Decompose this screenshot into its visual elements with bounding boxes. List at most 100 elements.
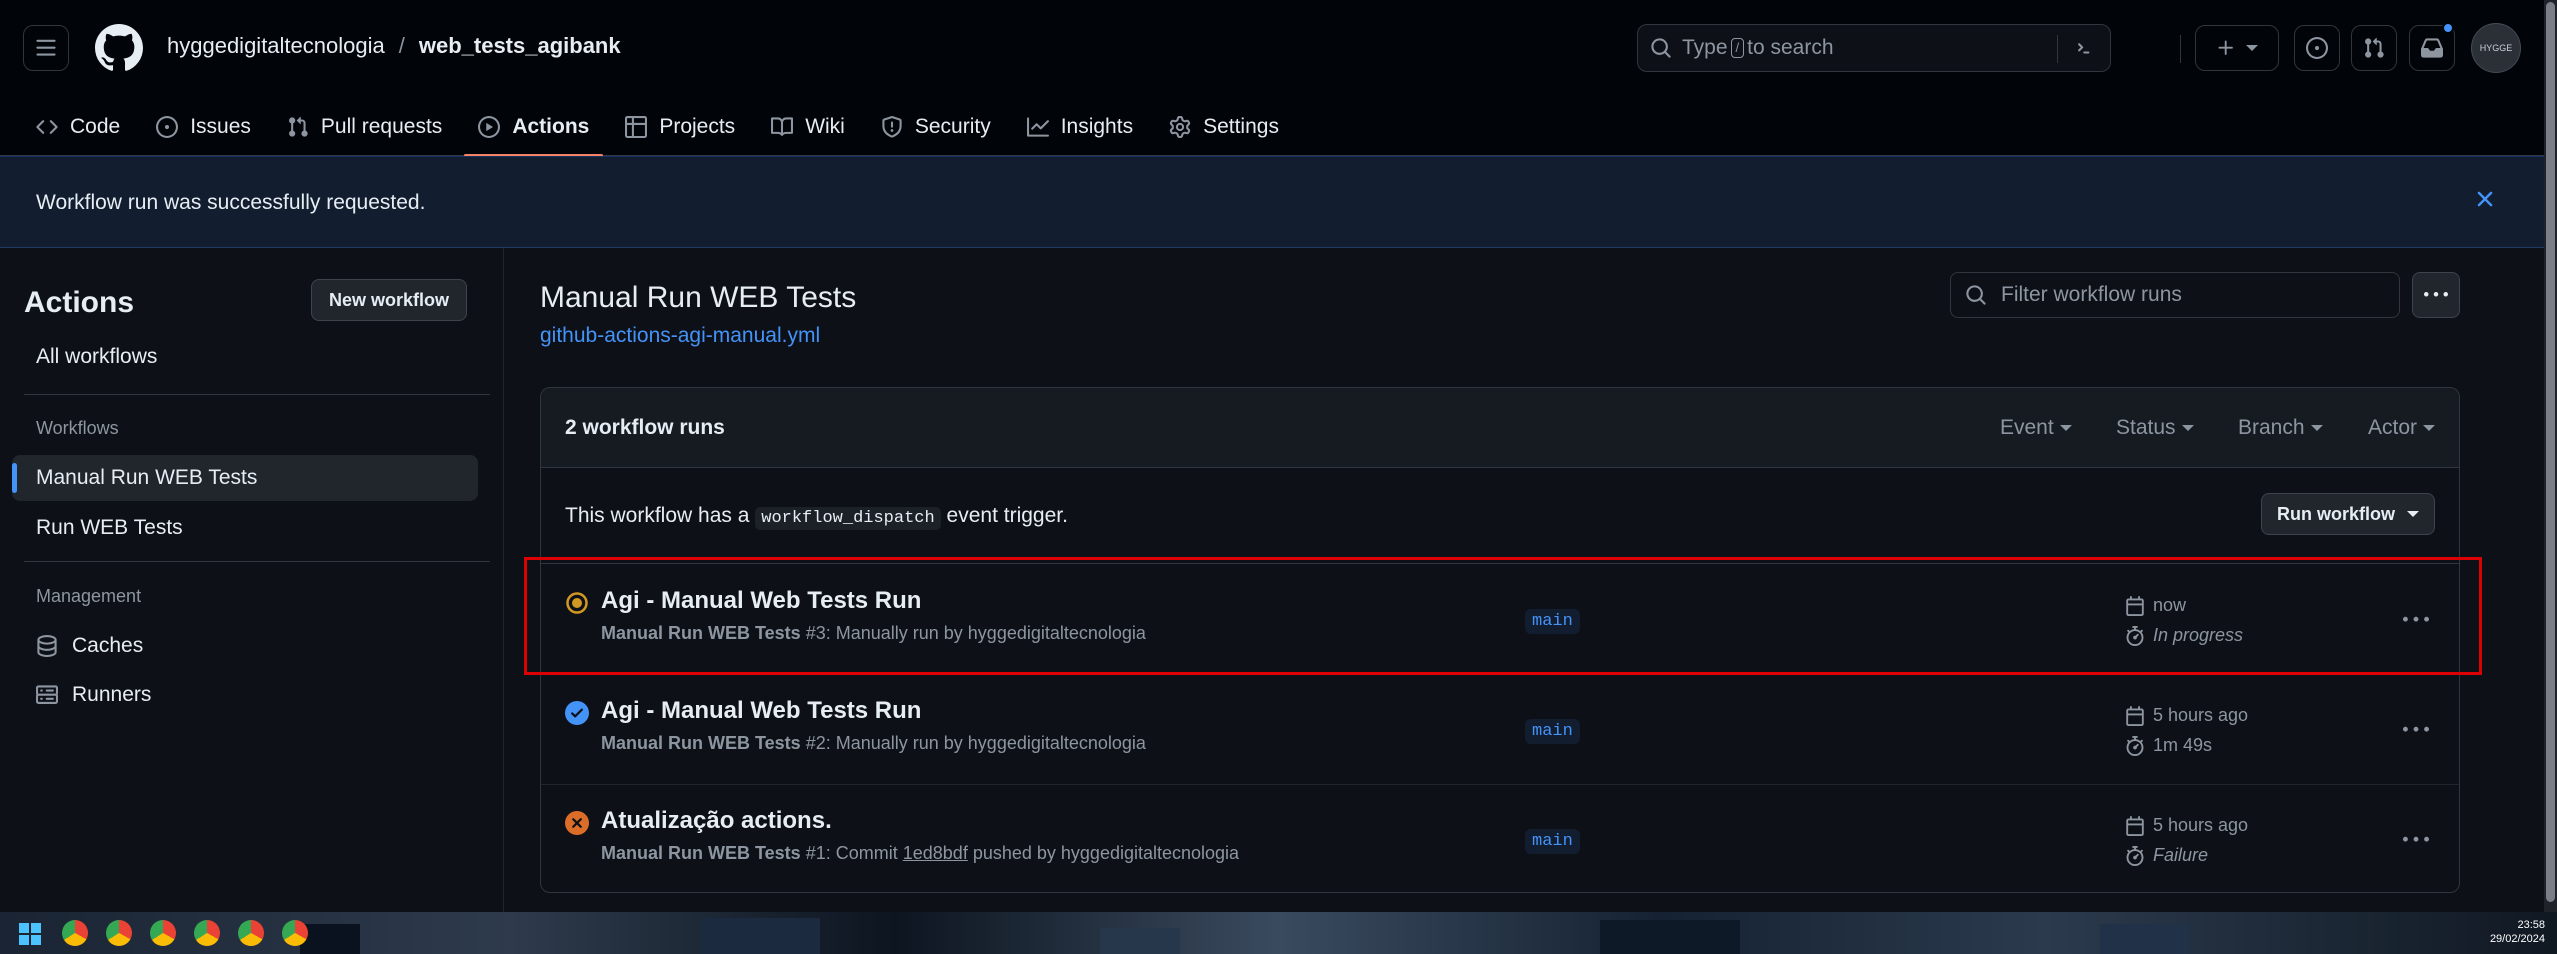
dispatch-code: workflow_dispatch (755, 507, 941, 530)
chrome-icon[interactable] (282, 920, 308, 946)
tab-security-label: Security (914, 115, 991, 138)
run-time: 5 hours ago (2125, 815, 2248, 836)
run-title[interactable]: Agi - Manual Web Tests Run (601, 697, 921, 725)
new-workflow-button[interactable]: New workflow (311, 279, 467, 321)
branch-label[interactable]: main (1525, 829, 1580, 854)
run-duration-text: In progress (2153, 625, 2244, 645)
tab-code[interactable]: Code (0, 98, 134, 156)
server-icon (36, 685, 58, 704)
workflow-file-link[interactable]: github-actions-agi-manual.yml (540, 324, 820, 348)
chrome-icon[interactable] (150, 920, 176, 946)
sidebar-item-label: Caches (72, 634, 144, 657)
branch-label[interactable]: main (1525, 609, 1580, 634)
notification-indicator (2442, 22, 2454, 34)
calendar-icon (2126, 815, 2144, 836)
run-workflow-button[interactable]: Run workflow (2261, 493, 2435, 535)
chevron-down-icon (2246, 45, 2258, 51)
chrome-icon[interactable] (238, 920, 264, 946)
tab-code-label: Code (70, 115, 121, 138)
run-time: now (2125, 595, 2186, 616)
dispatch-text: This workflow has a workflow_dispatch ev… (565, 504, 1068, 530)
pull-requests-button[interactable] (2351, 25, 2397, 71)
sidebar-item-label: Run WEB Tests (36, 516, 183, 539)
shield-icon (882, 116, 902, 138)
run-duration: 1m 49s (2125, 735, 2212, 756)
run-detail: #3: Manually run by hyggedigitaltecnolog… (805, 623, 1146, 643)
run-detail-suffix: pushed by hyggedigitaltecnologia (972, 843, 1240, 863)
search-icon (1966, 285, 1986, 305)
sidebar-item-all-workflows[interactable]: All workflows (12, 334, 478, 380)
management-heading: Management (36, 586, 142, 606)
filter-runs-input[interactable]: Filter workflow runs (1950, 272, 2400, 318)
scrollbar-thumb[interactable] (2546, 2, 2555, 902)
issues-button[interactable] (2294, 25, 2340, 71)
run-time-text: now (2153, 595, 2187, 615)
avatar[interactable]: HYGGE (2471, 23, 2521, 73)
runs-count: 2 workflow runs (565, 416, 725, 439)
dispatch-prefix: This workflow has a (565, 504, 750, 527)
gear-icon (1169, 116, 1191, 138)
table-row[interactable]: Agi - Manual Web Tests Run Manual Run WE… (541, 565, 2459, 675)
tab-issues-label: Issues (190, 115, 251, 138)
actor-filter-dropdown[interactable]: Actor (2368, 416, 2436, 440)
sidebar-item-manual-run-web-tests[interactable]: Manual Run WEB Tests (12, 455, 478, 501)
tab-security[interactable]: Security (867, 98, 1005, 156)
repo-name-link[interactable]: web_tests_agibank (419, 33, 621, 59)
command-palette-icon[interactable] (2076, 37, 2098, 59)
close-icon[interactable] (2472, 186, 2498, 212)
tab-issues[interactable]: Issues (142, 98, 265, 156)
sidebar-item-caches[interactable]: Caches (12, 623, 478, 669)
run-title[interactable]: Atualização actions. (601, 807, 832, 835)
hamburger-menu-button[interactable] (23, 25, 69, 71)
commit-sha-link[interactable]: 1ed8bdf (903, 843, 968, 863)
breadcrumb-separator: / (398, 33, 405, 58)
repo-owner-link[interactable]: hyggedigitaltecnologia (167, 33, 385, 59)
runs-list-header: 2 workflow runs Event Status Branch Acto… (541, 388, 2459, 468)
status-filter-dropdown[interactable]: Status (2116, 416, 2194, 440)
windows-start-icon[interactable] (18, 922, 42, 946)
hamburger-icon (36, 39, 56, 56)
tab-pull-requests[interactable]: Pull requests (273, 98, 456, 156)
repo-nav: Code Issues Pull requests Actions Projec… (0, 98, 1301, 157)
table-icon (625, 116, 648, 138)
kebab-horizontal-icon[interactable] (2403, 827, 2429, 853)
search-icon (1651, 38, 1671, 58)
create-new-button[interactable] (2195, 25, 2279, 71)
status-filter-label: Status (2116, 416, 2176, 439)
chevron-down-icon (2059, 425, 2072, 431)
run-duration: Failure (2125, 845, 2208, 866)
sidebar-item-runners[interactable]: Runners (12, 672, 478, 718)
chrome-icon[interactable] (194, 920, 220, 946)
github-logo-icon[interactable] (95, 24, 143, 72)
run-title[interactable]: Agi - Manual Web Tests Run (601, 587, 921, 615)
tab-insights[interactable]: Insights (1013, 98, 1147, 156)
workflow-menu-button[interactable] (2412, 272, 2460, 318)
system-tray-clock[interactable]: 23:58 29/02/2024 (2490, 918, 2545, 946)
branch-filter-dropdown[interactable]: Branch (2238, 416, 2323, 440)
chrome-icon[interactable] (62, 920, 88, 946)
sidebar-item-run-web-tests[interactable]: Run WEB Tests (12, 505, 478, 551)
tab-actions[interactable]: Actions (464, 98, 604, 157)
in-progress-icon (566, 592, 588, 614)
search-placeholder-suffix: to search (1747, 36, 1834, 59)
tab-settings[interactable]: Settings (1155, 98, 1293, 156)
kebab-horizontal-icon[interactable] (2403, 607, 2429, 633)
dispatch-suffix: event trigger. (946, 504, 1068, 527)
run-workflow-name: Manual Run WEB Tests (601, 623, 801, 643)
tab-projects[interactable]: Projects (611, 98, 749, 156)
database-icon (37, 635, 57, 657)
kebab-horizontal-icon[interactable] (2403, 717, 2429, 743)
tab-projects-label: Projects (659, 115, 736, 138)
table-row[interactable]: Agi - Manual Web Tests Run Manual Run WE… (541, 675, 2459, 785)
sidebar-item-label: Runners (72, 683, 152, 706)
event-filter-dropdown[interactable]: Event (2000, 416, 2072, 440)
chrome-icon[interactable] (106, 920, 132, 946)
code-icon (36, 120, 58, 134)
branch-label[interactable]: main (1525, 719, 1580, 744)
table-row[interactable]: Atualização actions. Manual Run WEB Test… (541, 785, 2459, 892)
breadcrumb: hyggedigitaltecnologia / web_tests_agiba… (167, 33, 621, 59)
search-input[interactable]: Type / to search (1637, 24, 2111, 72)
inbox-icon (2421, 38, 2443, 58)
tab-insights-label: Insights (1060, 115, 1134, 138)
tab-wiki[interactable]: Wiki (757, 98, 859, 156)
